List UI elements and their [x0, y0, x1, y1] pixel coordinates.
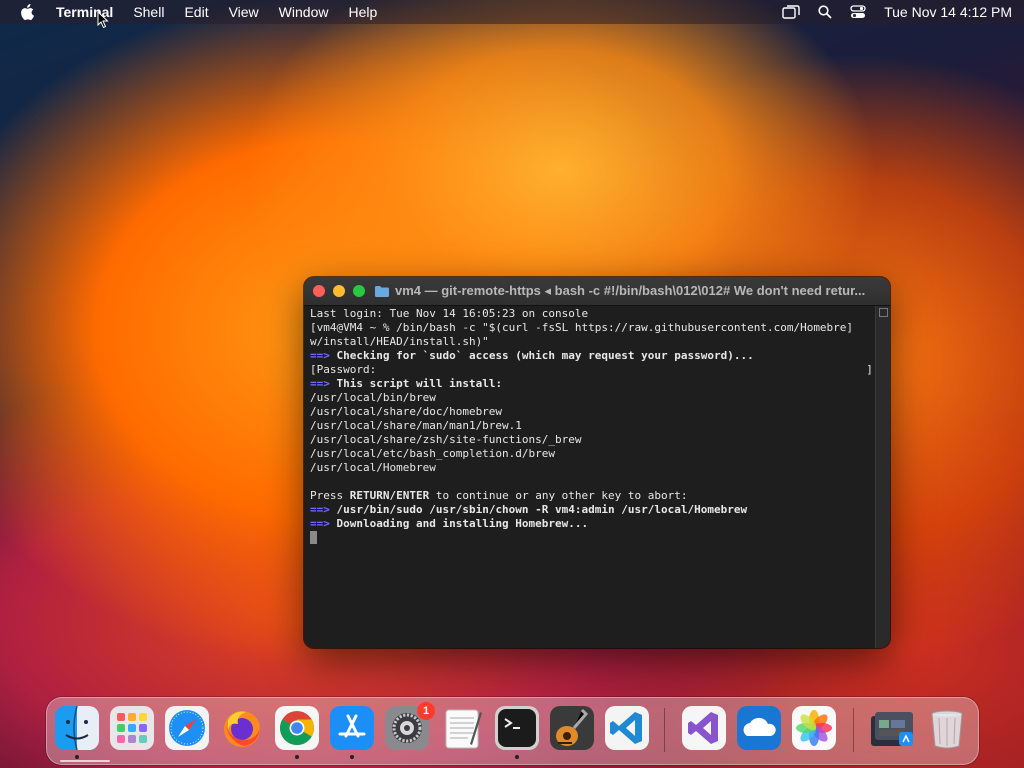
prompt-arrow: ==>: [310, 517, 330, 530]
menu-help[interactable]: Help: [348, 4, 377, 20]
terminal-line: /usr/local/bin/brew: [310, 391, 872, 405]
dock-downloads-stack[interactable]: [869, 706, 913, 750]
photos-icon: [792, 706, 836, 750]
terminal-line-text: /usr/local/etc/bash_completion.d/brew: [310, 447, 556, 460]
minimize-button[interactable]: [333, 285, 345, 297]
menu-shell[interactable]: Shell: [133, 4, 164, 20]
terminal-line: w/install/HEAD/install.sh)": [310, 335, 872, 349]
terminal-line-text: Downloading and installing Homebrew...: [329, 517, 589, 530]
dock-terminal[interactable]: [495, 706, 539, 759]
textedit-icon: [445, 709, 482, 749]
menu-view[interactable]: View: [229, 4, 259, 20]
dock-firefox[interactable]: [220, 706, 264, 750]
terminal-line-text: /usr/local/Homebrew: [310, 461, 436, 474]
terminal-line: ==> /usr/bin/sudo /usr/sbin/chown -R vm4…: [310, 503, 872, 517]
dock-photos[interactable]: [792, 706, 836, 750]
terminal-line-text: [Password: ]: [310, 363, 873, 376]
dock-vscode[interactable]: [605, 706, 649, 750]
finder-icon: [55, 705, 99, 751]
terminal-line-text: Checking for `sudo` access (which may re…: [329, 349, 754, 362]
terminal-line-text: Press RETURN/ENTER to continue or any ot…: [310, 489, 688, 502]
terminal-line-text: Last login: Tue Nov 14 16:05:23 on conso…: [310, 307, 589, 320]
terminal-line-text: /usr/bin/sudo /usr/sbin/chown -R vm4:adm…: [329, 503, 748, 516]
terminal-line: Press RETURN/ENTER to continue or any ot…: [310, 489, 872, 503]
dock-textedit[interactable]: [440, 706, 484, 750]
prompt-arrow: ==>: [310, 349, 330, 362]
safari-icon: [165, 706, 209, 750]
visual-studio-icon: [682, 706, 726, 750]
terminal-line-text: /usr/local/share/man/man1/brew.1: [310, 419, 522, 432]
terminal-line-text: /usr/local/bin/brew: [310, 391, 436, 404]
chrome-icon: [275, 706, 319, 750]
terminal-line-text: This script will install:: [329, 377, 503, 390]
dock-trash[interactable]: [925, 706, 969, 750]
terminal-line: /usr/local/share/doc/homebrew: [310, 405, 872, 419]
terminal-line-text: w/install/HEAD/install.sh)": [310, 335, 489, 348]
vscode-icon: [605, 706, 649, 750]
apple-logo-icon[interactable]: [20, 4, 34, 20]
dock-app-store[interactable]: [330, 706, 374, 759]
terminal-line: [Password: ]: [310, 363, 873, 377]
close-button[interactable]: [313, 285, 325, 297]
dock-chrome[interactable]: [275, 706, 319, 759]
terminal-title-bar[interactable]: vm4 — git-remote-https ◂ bash -c #!/bin/…: [304, 277, 890, 306]
terminal-line: /usr/local/Homebrew: [310, 461, 872, 475]
terminal-line: ==> This script will install:: [310, 377, 872, 391]
terminal-line: /usr/local/share/zsh/site-functions/_bre…: [310, 433, 872, 447]
terminal-line-text: /usr/local/share/zsh/site-functions/_bre…: [310, 433, 582, 446]
terminal-line: /usr/local/etc/bash_completion.d/brew: [310, 447, 872, 461]
terminal-line-text: [vm4@VM4 ~ % /bin/bash -c "$(curl -fsSL …: [310, 321, 854, 334]
terminal-line: Last login: Tue Nov 14 16:05:23 on conso…: [310, 307, 872, 321]
terminal-line: ==> Checking for `sudo` access (which ma…: [310, 349, 872, 363]
dock-finder[interactable]: [55, 705, 99, 759]
menu-window[interactable]: Window: [279, 4, 329, 20]
terminal-line: ==> Downloading and installing Homebrew.…: [310, 517, 872, 531]
text-cursor: [310, 531, 317, 544]
terminal-line-text: /usr/local/share/doc/homebrew: [310, 405, 503, 418]
terminal-line: [vm4@VM4 ~ % /bin/bash -c "$(curl -fsSL …: [310, 321, 872, 335]
zoom-button[interactable]: [353, 285, 365, 297]
screen-mirroring-icon[interactable]: [782, 5, 800, 19]
terminal-window: vm4 — git-remote-https ◂ bash -c #!/bin/…: [304, 277, 890, 648]
spotlight-search-icon[interactable]: [818, 5, 832, 19]
mouse-pointer-icon: [97, 10, 109, 34]
launchpad-indicator: [60, 760, 110, 762]
scroll-indicator[interactable]: [879, 308, 888, 317]
prompt-arrow: ==>: [310, 503, 330, 516]
terminal-line: /usr/local/share/man/man1/brew.1: [310, 419, 872, 433]
dock-garageband[interactable]: [550, 706, 594, 750]
launchpad-icon: [110, 706, 154, 750]
trash-icon: [931, 710, 963, 749]
app-store-icon: [330, 706, 374, 750]
folder-icon: [375, 285, 389, 297]
dock-launchpad[interactable]: [110, 706, 154, 750]
terminal-cursor-line: [310, 531, 872, 545]
control-center-icon[interactable]: [850, 5, 866, 19]
window-title: vm4 — git-remote-https ◂ bash -c #!/bin/…: [395, 283, 866, 298]
cloud-icon: [737, 706, 781, 750]
guitar-icon: [550, 706, 594, 750]
terminal-scrollbar[interactable]: [875, 306, 890, 648]
firefox-icon: [224, 711, 260, 747]
terminal-output[interactable]: Last login: Tue Nov 14 16:05:23 on conso…: [304, 306, 876, 648]
notification-badge: 1: [417, 702, 435, 720]
dock-system-settings[interactable]: 1: [385, 702, 435, 750]
prompt-arrow: ==>: [310, 377, 330, 390]
menu-edit[interactable]: Edit: [184, 4, 208, 20]
dock-safari[interactable]: [165, 706, 209, 750]
stack-icon: [871, 712, 913, 746]
dock-onedrive[interactable]: [737, 706, 781, 750]
menu-clock[interactable]: Tue Nov 14 4:12 PM: [884, 4, 1012, 20]
dock: 1: [46, 697, 979, 765]
menu-bar: Terminal Shell Edit View Window Help Tue…: [0, 0, 1024, 24]
terminal-icon: [495, 706, 539, 750]
dock-visual-studio[interactable]: [682, 706, 726, 750]
